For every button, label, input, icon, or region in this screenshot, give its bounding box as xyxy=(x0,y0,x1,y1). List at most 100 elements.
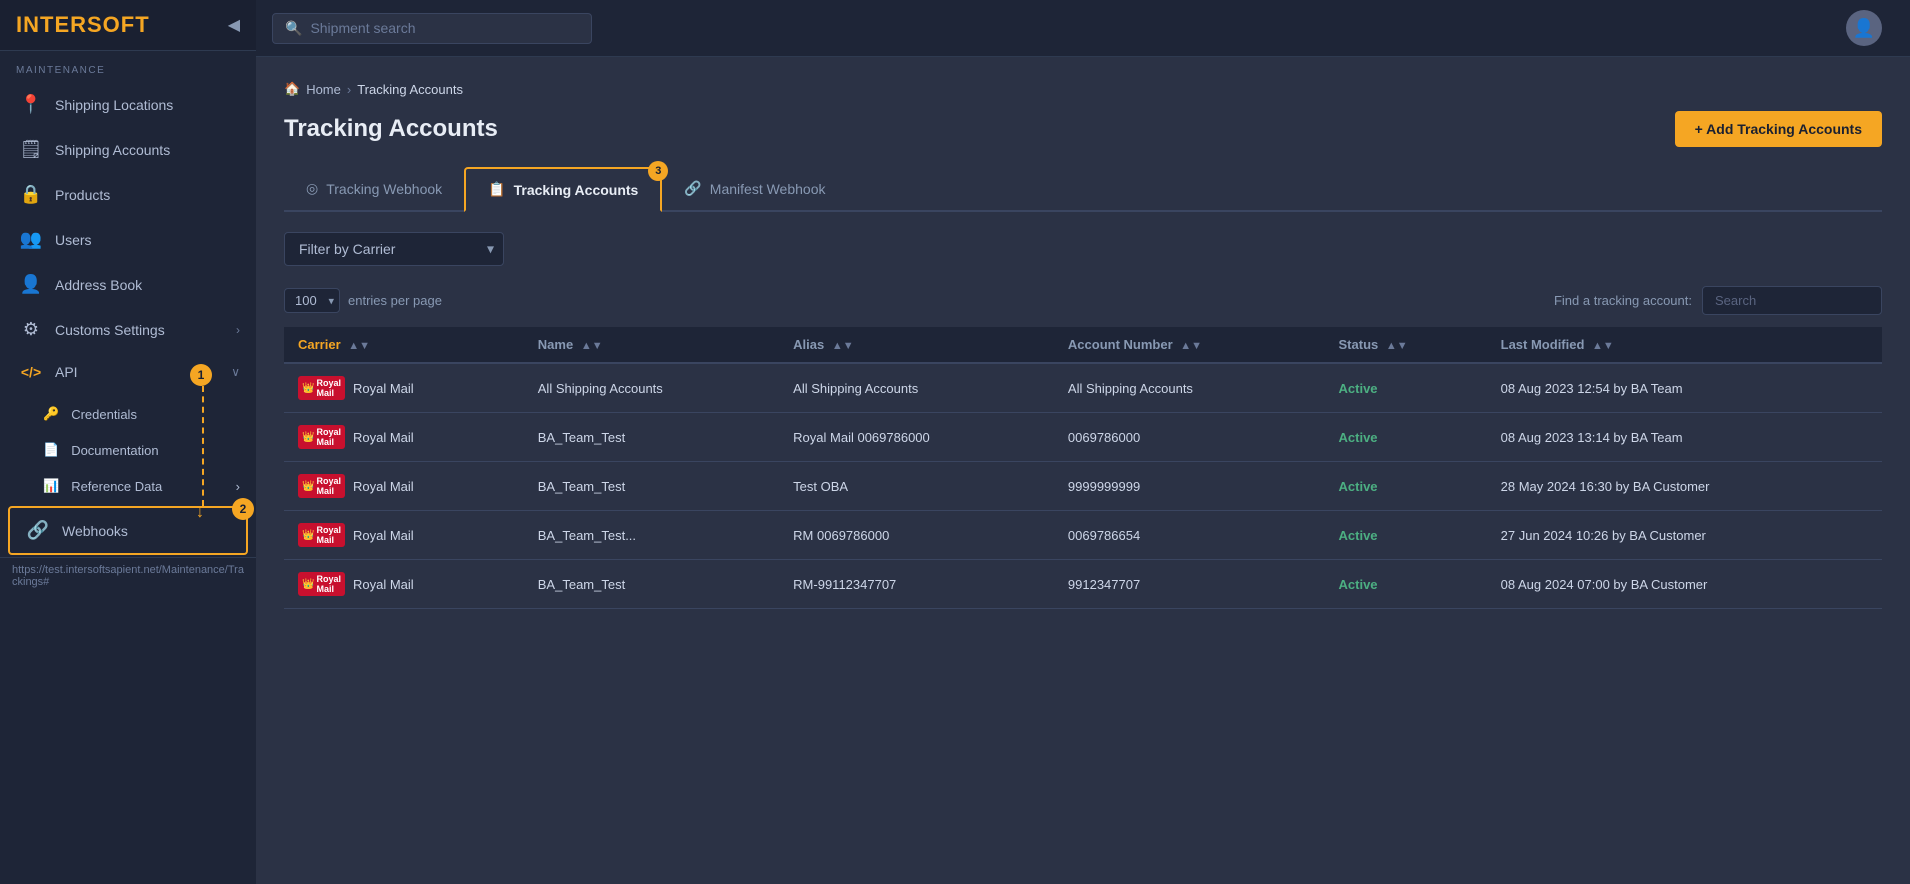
arrow-down-1: ↓ xyxy=(196,504,204,522)
chevron-down-icon: ∨ xyxy=(231,365,240,379)
products-icon: 🔒 xyxy=(19,184,43,205)
table-row[interactable]: 👑RoyalMailRoyal MailAll Shipping Account… xyxy=(284,363,1882,413)
add-tracking-accounts-button[interactable]: + Add Tracking Accounts xyxy=(1675,111,1882,147)
table-cell-name: BA_Team_Test... xyxy=(524,511,779,560)
table-row[interactable]: 👑RoyalMailRoyal MailBA_Team_TestRoyal Ma… xyxy=(284,413,1882,462)
table-cell-name: BA_Team_Test xyxy=(524,462,779,511)
column-header-status[interactable]: Status ▲▼ xyxy=(1325,327,1487,363)
column-header-last-modified[interactable]: Last Modified ▲▼ xyxy=(1487,327,1882,363)
table-cell-alias: RM 0069786000 xyxy=(779,511,1054,560)
table-cell-status: Active xyxy=(1325,413,1487,462)
search-input[interactable] xyxy=(310,20,579,36)
table-row[interactable]: 👑RoyalMailRoyal MailBA_Team_Test...RM 00… xyxy=(284,511,1882,560)
table-cell-status: Active xyxy=(1325,511,1487,560)
chevron-right-icon-ref: › xyxy=(236,479,240,494)
search-tracking-label: Find a tracking account: xyxy=(1554,293,1692,308)
sidebar-item-reference-data[interactable]: 📊 Reference Data › xyxy=(0,468,256,504)
table-cell-status: Active xyxy=(1325,560,1487,609)
sidebar-item-label: API xyxy=(55,364,78,380)
tracking-accounts-table: Carrier ▲▼ Name ▲▼ Alias ▲▼ Account Numb… xyxy=(284,327,1882,609)
table-cell-account-number: 9912347707 xyxy=(1054,560,1325,609)
sidebar-item-api[interactable]: </> API ∨ xyxy=(0,352,256,392)
entries-select-wrapper[interactable]: 100 50 25 xyxy=(284,288,340,313)
table-cell-last-modified: 08 Aug 2023 12:54 by BA Team xyxy=(1487,363,1882,413)
breadcrumb-separator: › xyxy=(347,82,351,97)
content-area: 🏠 Home › Tracking Accounts Tracking Acco… xyxy=(256,57,1910,884)
breadcrumb-home-link[interactable]: Home xyxy=(306,82,341,97)
logo-orange: SOFT xyxy=(87,12,150,37)
sidebar-item-products[interactable]: 🔒 Products xyxy=(0,172,256,217)
webhooks-icon: 🔗 xyxy=(26,520,50,541)
table-cell-last-modified: 08 Aug 2023 13:14 by BA Team xyxy=(1487,413,1882,462)
users-icon: 👥 xyxy=(19,229,43,250)
home-icon: 🏠 xyxy=(284,81,300,97)
sidebar-logo: INTERSOFT ◀ xyxy=(0,0,256,51)
sidebar-item-shipping-locations[interactable]: 📍 Shipping Locations xyxy=(0,82,256,127)
tabs-container: ◎ Tracking Webhook 📋 Tracking Accounts 3… xyxy=(284,167,1882,212)
table-cell-alias: All Shipping Accounts xyxy=(779,363,1054,413)
table-header-row: Carrier ▲▼ Name ▲▼ Alias ▲▼ Account Numb… xyxy=(284,327,1882,363)
tab-label: Manifest Webhook xyxy=(710,181,826,197)
tracking-search-input[interactable] xyxy=(1702,286,1882,315)
tab-manifest-webhook[interactable]: 🔗 Manifest Webhook xyxy=(662,168,847,211)
sidebar-item-customs-settings[interactable]: ⚙ Customs Settings › xyxy=(0,307,256,352)
address-book-icon: 👤 xyxy=(19,274,43,295)
column-header-account-number[interactable]: Account Number ▲▼ xyxy=(1054,327,1325,363)
table-cell-last-modified: 28 May 2024 16:30 by BA Customer xyxy=(1487,462,1882,511)
sidebar-item-label: Users xyxy=(55,232,92,248)
chevron-right-icon: › xyxy=(236,323,240,337)
sort-icon-account-number: ▲▼ xyxy=(1180,340,1202,352)
table-cell-last-modified: 08 Aug 2024 07:00 by BA Customer xyxy=(1487,560,1882,609)
page-header: Tracking Accounts + Add Tracking Account… xyxy=(284,111,1882,147)
sidebar-section-label: MAINTENANCE xyxy=(0,51,256,82)
sort-icon-status: ▲▼ xyxy=(1386,340,1408,352)
credentials-icon: 🔑 xyxy=(43,406,59,422)
sidebar: INTERSOFT ◀ MAINTENANCE 📍 Shipping Locat… xyxy=(0,0,256,884)
api-icon: </> xyxy=(19,364,43,380)
table-body: 👑RoyalMailRoyal MailAll Shipping Account… xyxy=(284,363,1882,609)
table-cell-status: Active xyxy=(1325,363,1487,413)
carrier-filter-wrapper[interactable]: Filter by Carrier Royal Mail DHL FedEx U… xyxy=(284,232,504,266)
carrier-filter-select[interactable]: Filter by Carrier Royal Mail DHL FedEx U… xyxy=(284,232,504,266)
sidebar-item-label: Products xyxy=(55,187,110,203)
sidebar-item-address-book[interactable]: 👤 Address Book xyxy=(0,262,256,307)
sidebar-item-label: Credentials xyxy=(71,407,137,422)
sort-icon-last-modified: ▲▼ xyxy=(1592,340,1614,352)
table-row[interactable]: 👑RoyalMailRoyal MailBA_Team_TestTest OBA… xyxy=(284,462,1882,511)
table-head: Carrier ▲▼ Name ▲▼ Alias ▲▼ Account Numb… xyxy=(284,327,1882,363)
location-icon: 📍 xyxy=(19,94,43,115)
sidebar-collapse-button[interactable]: ◀ xyxy=(228,15,240,35)
sidebar-item-documentation[interactable]: 📄 Documentation xyxy=(0,432,256,468)
logo-white: INTER xyxy=(16,12,87,37)
filter-row: Filter by Carrier Royal Mail DHL FedEx U… xyxy=(284,232,1882,266)
sidebar-item-credentials[interactable]: 🔑 Credentials xyxy=(0,396,256,432)
tracking-accounts-tab-icon: 📋 xyxy=(488,181,505,198)
column-header-alias[interactable]: Alias ▲▼ xyxy=(779,327,1054,363)
tab-tracking-accounts[interactable]: 📋 Tracking Accounts 3 xyxy=(464,167,662,212)
annotation-badge-1: 1 xyxy=(190,364,212,386)
table-row[interactable]: 👑RoyalMailRoyal MailBA_Team_TestRM-99112… xyxy=(284,560,1882,609)
table-cell-last-modified: 27 Jun 2024 10:26 by BA Customer xyxy=(1487,511,1882,560)
main-area: 🔍 👤 🏠 Home › Tracking Accounts Tracking … xyxy=(256,0,1910,884)
entries-per-page-select[interactable]: 100 50 25 xyxy=(284,288,340,313)
search-box[interactable]: 🔍 xyxy=(272,13,592,44)
table-cell-name: BA_Team_Test xyxy=(524,413,779,462)
topbar-right: 👤 xyxy=(1846,10,1894,46)
sidebar-item-label: Shipping Locations xyxy=(55,97,173,113)
sidebar-item-label: Shipping Accounts xyxy=(55,142,170,158)
url-bar: https://test.intersoftsapient.net/Mainte… xyxy=(0,557,256,594)
column-header-name[interactable]: Name ▲▼ xyxy=(524,327,779,363)
sidebar-item-shipping-accounts[interactable]: 🗒 Shipping Accounts xyxy=(0,127,256,172)
tracking-webhook-icon: ◎ xyxy=(306,180,318,197)
sort-icon-carrier: ▲▼ xyxy=(348,340,370,352)
breadcrumb: 🏠 Home › Tracking Accounts xyxy=(284,81,1882,97)
tab-tracking-webhook[interactable]: ◎ Tracking Webhook xyxy=(284,168,464,211)
tab-label: Tracking Accounts xyxy=(514,182,639,198)
table-cell-alias: RM-99112347707 xyxy=(779,560,1054,609)
entries-control: 100 50 25 entries per page xyxy=(284,288,442,313)
sidebar-item-users[interactable]: 👥 Users xyxy=(0,217,256,262)
sort-icon-name: ▲▼ xyxy=(581,340,603,352)
column-header-carrier[interactable]: Carrier ▲▼ xyxy=(284,327,524,363)
sidebar-item-webhooks[interactable]: 🔗 Webhooks 2 xyxy=(8,506,248,555)
table-cell-name: BA_Team_Test xyxy=(524,560,779,609)
